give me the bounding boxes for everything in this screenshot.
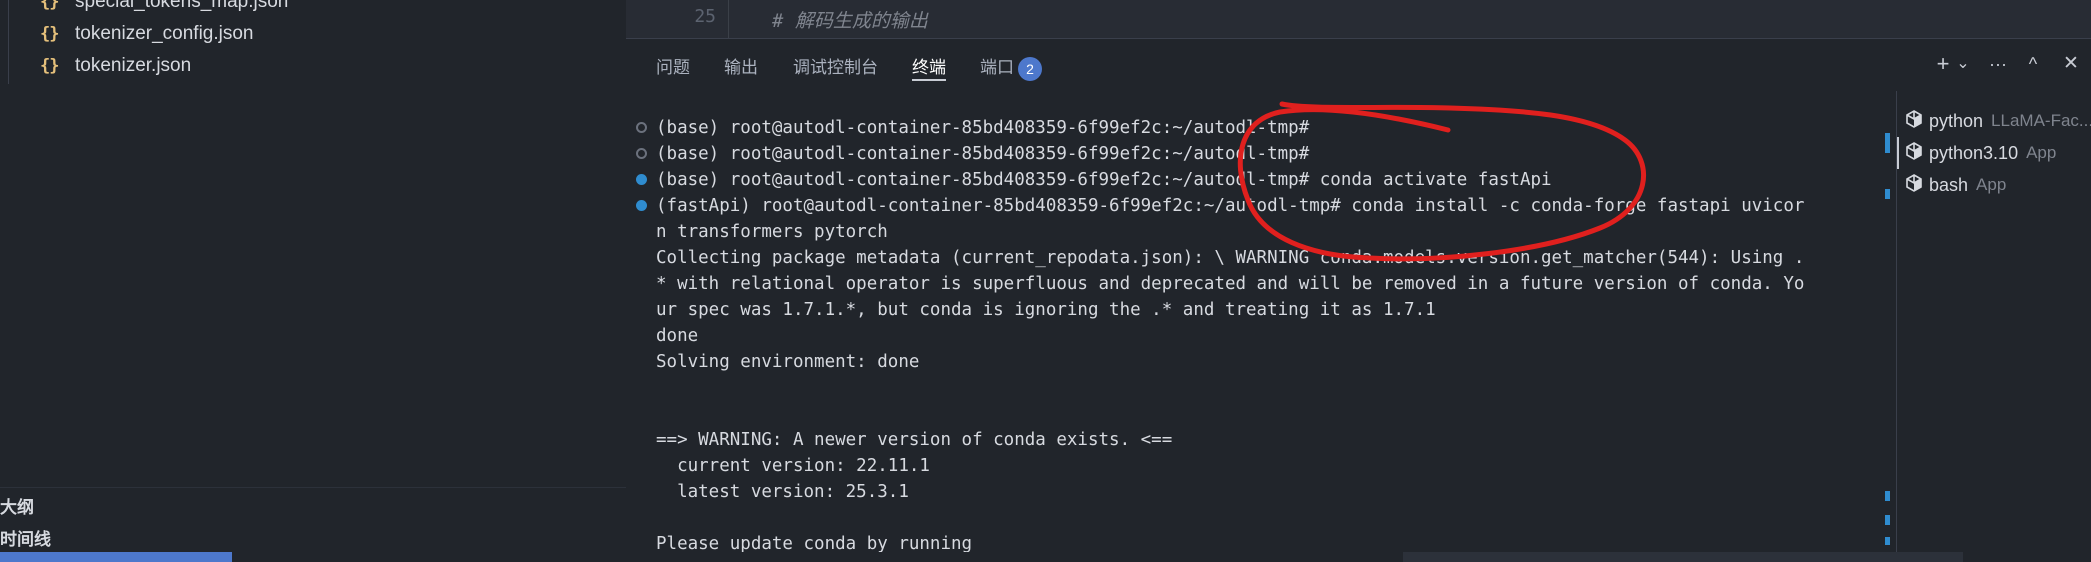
terminal-line: n transformers pytorch — [656, 222, 888, 242]
file-item-tokenizer[interactable]: {} tokenizer.json — [40, 50, 191, 82]
command-decoration-icon[interactable] — [636, 200, 647, 211]
tab-ports-label: 端口 — [980, 58, 1014, 77]
terminal-tab-python[interactable]: python LLaMA-Fac... — [1899, 105, 2091, 137]
outline-section-header[interactable]: 大纲 — [0, 490, 34, 520]
code-comment-line[interactable]: # 解码生成的输出 — [772, 6, 928, 33]
scrollbar-decoration-mark — [1885, 145, 1890, 153]
outline-timeline-area: 大纲 时间线 — [0, 487, 626, 552]
command-decoration-icon[interactable] — [636, 174, 647, 185]
scrollbar-decoration-mark — [1885, 133, 1890, 145]
terminal-tab-bash[interactable]: bash App — [1899, 169, 2091, 201]
remote-indicator[interactable] — [0, 552, 232, 562]
terminal-tab-description: App — [1976, 175, 2007, 194]
terminal-line: done — [656, 326, 699, 346]
terminal-cube-icon — [1899, 141, 1929, 166]
terminal-line: (fastApi) root@autodl-container-85bd4083… — [656, 196, 1805, 216]
timeline-section-header[interactable]: 时间线 — [0, 522, 51, 552]
editor-area: 25 # 解码生成的输出 — [626, 0, 2091, 38]
status-bar-segment — [1403, 552, 1963, 562]
tab-output[interactable]: 输出 — [724, 53, 758, 81]
file-item-special-tokens-map[interactable]: {} special_tokens_map.json — [40, 0, 288, 18]
terminal-tab-description: LLaMA-Fac... — [1991, 111, 2091, 130]
scrollbar-decoration-mark — [1885, 515, 1890, 525]
terminal-line: ==> WARNING: A newer version of conda ex… — [656, 430, 1173, 450]
close-panel-icon[interactable]: ✕ — [2056, 49, 2086, 79]
status-bar — [0, 552, 2091, 562]
json-file-icon: {} — [40, 56, 59, 76]
terminal-line: latest version: 25.3.1 — [656, 482, 909, 502]
terminal-line: Solving environment: done — [656, 352, 920, 372]
terminal-line: * with relational operator is superfluou… — [656, 274, 1805, 294]
json-file-icon: {} — [40, 24, 59, 44]
terminal-line: (base) root@autodl-container-85bd408359-… — [656, 118, 1310, 138]
terminal-line: (base) root@autodl-container-85bd408359-… — [656, 144, 1310, 164]
chevron-down-icon[interactable]: ⌄ — [1948, 49, 1978, 79]
scrollbar-decoration-mark — [1885, 537, 1890, 545]
tab-ports[interactable]: 端口 2 — [980, 53, 1042, 81]
scrollbar-decoration-mark — [1885, 189, 1890, 199]
terminal-line: (base) root@autodl-container-85bd408359-… — [656, 170, 1552, 190]
tab-problems[interactable]: 问题 — [656, 53, 690, 81]
terminal-tab-name: python — [1929, 110, 1984, 131]
ports-count-badge: 2 — [1018, 56, 1042, 81]
terminal-line: ur spec was 1.7.1.*, but conda is ignori… — [656, 300, 1436, 320]
terminal-cube-icon — [1899, 109, 1929, 134]
terminal-instance-list: python LLaMA-Fac... python3.10 App bash … — [1896, 91, 2091, 553]
file-item-tokenizer-config[interactable]: {} tokenizer_config.json — [40, 18, 254, 50]
tab-terminal[interactable]: 终端 — [912, 53, 946, 81]
terminal-cube-icon — [1899, 173, 1929, 198]
scrollbar-decoration-mark — [1885, 491, 1890, 501]
file-name: tokenizer.json — [75, 55, 192, 76]
terminal-scrollbar[interactable] — [1882, 91, 1896, 553]
terminal-tab-python310[interactable]: python3.10 App — [1897, 137, 2091, 169]
terminal-line: Collecting package metadata (current_rep… — [656, 248, 1805, 268]
terminal-output[interactable]: (base) root@autodl-container-85bd408359-… — [626, 91, 1882, 554]
indent-guide — [728, 0, 729, 38]
terminal-tab-description: App — [2026, 143, 2057, 162]
terminal-line: current version: 22.11.1 — [656, 456, 930, 476]
terminal-tab-name: bash — [1929, 174, 1969, 195]
command-decoration-icon[interactable] — [636, 122, 647, 133]
maximize-panel-icon[interactable]: ^ — [2018, 49, 2048, 79]
command-decoration-icon[interactable] — [636, 148, 647, 159]
line-number: 25 — [694, 6, 716, 27]
json-file-icon: {} — [40, 0, 59, 12]
tree-indent-guide — [8, 0, 9, 84]
explorer-panel: {} special_tokens_map.json {} tokenizer_… — [0, 0, 626, 487]
more-actions-icon[interactable]: ··· — [1983, 49, 2013, 79]
panel-tab-bar: 问题 输出 调试控制台 终端 端口 2 + ⌄ ··· ^ ✕ — [626, 39, 2091, 91]
tab-debug-console[interactable]: 调试控制台 — [793, 53, 878, 81]
bottom-panel: 问题 输出 调试控制台 终端 端口 2 + ⌄ ··· ^ ✕ (base) ro… — [626, 38, 2091, 554]
file-name: special_tokens_map.json — [75, 0, 289, 12]
terminal-tab-name: python3.10 — [1929, 142, 2019, 163]
file-name: tokenizer_config.json — [75, 23, 254, 44]
